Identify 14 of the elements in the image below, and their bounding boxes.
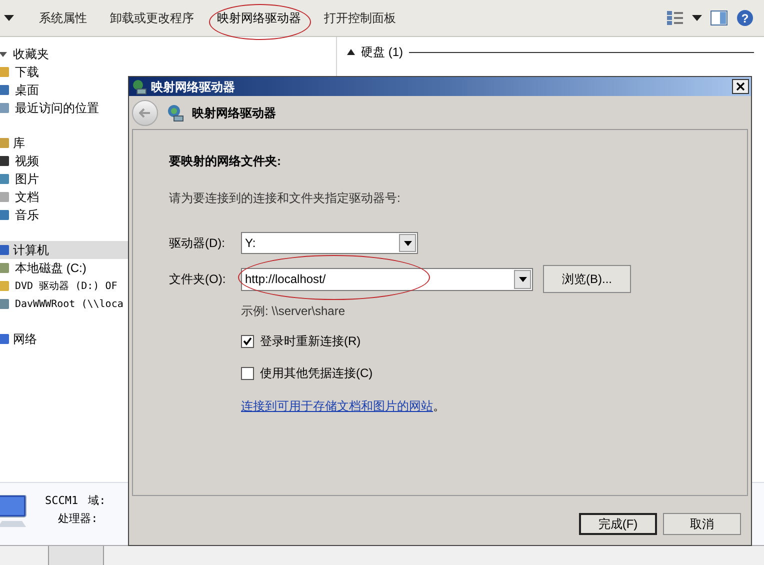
dialog-header: 映射网络驱动器 — [192, 104, 276, 122]
checkbox-label: 登录时重新连接(R) — [260, 333, 361, 350]
dialog-title: 映射网络驱动器 — [151, 78, 235, 96]
computer-name: SCCM1 — [45, 493, 78, 509]
processor-label: 处理器: — [58, 510, 99, 526]
domain-label: 域: — [88, 493, 106, 509]
example-text: 示例: \\server\share — [241, 303, 346, 320]
folder-label: 文件夹(O): — [169, 271, 227, 288]
checkbox-label: 使用其他凭据连接(C) — [260, 365, 373, 382]
link-punctuation: 。 — [433, 399, 445, 413]
section-heading: 要映射的网络文件夹: — [169, 153, 282, 170]
instruction-text: 请为要连接到的连接和文件夹指定驱动器号: — [169, 190, 402, 207]
group-header: 硬盘 (1) — [361, 44, 403, 61]
drive-label: 驱动器(D): — [169, 235, 226, 252]
